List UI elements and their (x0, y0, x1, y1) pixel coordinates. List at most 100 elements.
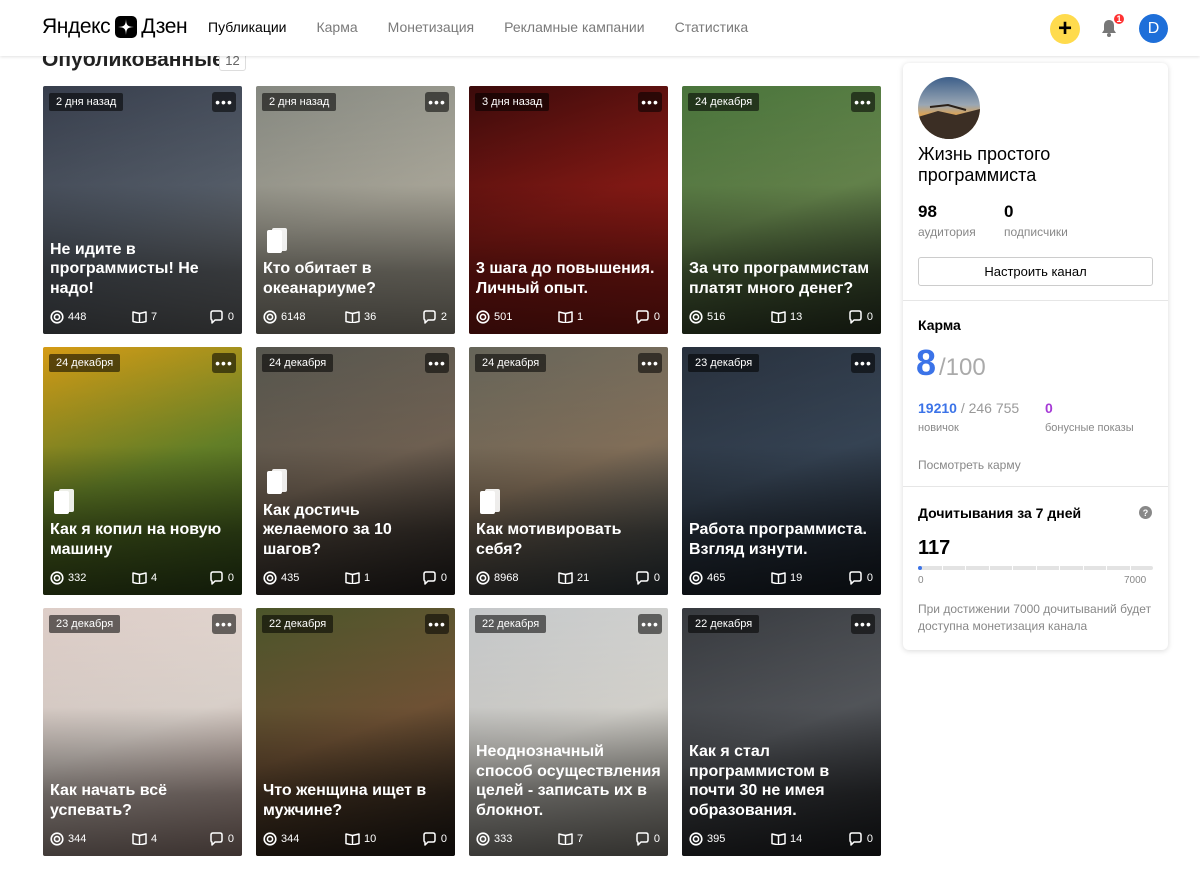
reads-stat: 4 (132, 571, 157, 584)
more-options-icon[interactable]: ••• (638, 92, 662, 112)
publication-card[interactable]: 22 декабря ••• Что женщина ищет в мужчине?… (256, 608, 455, 856)
publication-card[interactable]: 2 дня назад ••• Кто обитает в океанариуме?… (256, 86, 455, 334)
more-options-icon[interactable]: ••• (212, 92, 236, 112)
comments-count: 2 (440, 311, 447, 323)
help-icon[interactable]: ? (1139, 506, 1152, 519)
configure-channel-button[interactable]: Настроить канал (918, 257, 1153, 286)
article-type-icon (54, 489, 74, 514)
views-count: 448 (68, 311, 87, 323)
reads-count: 14 (790, 832, 803, 845)
comments-icon (423, 571, 436, 585)
comments-icon (210, 571, 223, 585)
card-title: Что женщина ищет в мужчине? (263, 782, 427, 819)
progress-tick (1130, 566, 1131, 570)
comments-count: 0 (866, 572, 873, 584)
publication-card[interactable]: 24 декабря ••• За что программистам платят… (682, 86, 881, 334)
more-options-icon[interactable]: ••• (638, 353, 662, 373)
nav-item-2[interactable]: Монетизация (388, 19, 475, 35)
views-count: 465 (707, 572, 726, 584)
reads-icon (345, 572, 360, 584)
more-options-icon[interactable]: ••• (425, 614, 449, 634)
comments-stat: 2 (422, 310, 447, 324)
reads-progress-min: 0 (918, 575, 924, 586)
comments-stat: 0 (635, 571, 660, 585)
reads-count: 1 (364, 571, 371, 584)
reads-count: 19 (790, 571, 803, 584)
publication-card[interactable]: 24 декабря ••• Как я копил на новую машину… (43, 347, 242, 595)
publication-card[interactable]: 23 декабря ••• Как начать всё успевать? 344… (43, 608, 242, 856)
more-options-icon[interactable]: ••• (212, 614, 236, 634)
channel-avatar[interactable] (918, 77, 980, 139)
channel-sidebar: Жизнь простого программиста 98 аудитория… (903, 63, 1168, 650)
card-date: 22 декабря (475, 615, 547, 633)
more-options-icon[interactable]: ••• (212, 353, 236, 373)
comments-stat: 0 (635, 832, 660, 846)
nav-item-4[interactable]: Статистика (675, 19, 749, 35)
reads-count: 7 (577, 832, 584, 845)
publication-card[interactable]: 23 декабря ••• Работа программиста. Взгляд… (682, 347, 881, 595)
card-date: 22 декабря (262, 615, 334, 633)
publication-card[interactable]: 22 декабря ••• Неоднозначный способ осущес… (469, 608, 668, 856)
comments-stat: 0 (209, 832, 234, 846)
views-icon (689, 832, 703, 846)
card-stats: 448 7 0 (50, 310, 234, 326)
reads-stat: 19 (771, 571, 802, 584)
card-date: 2 дня назад (262, 93, 337, 111)
more-options-icon[interactable]: ••• (425, 353, 449, 373)
monetization-note: При достижении 7000 дочитываний будет до… (918, 602, 1152, 633)
reads-value: 117 (918, 537, 951, 559)
reads-progress-fill (918, 566, 922, 570)
views-icon (476, 571, 490, 585)
card-stats: 6148 36 2 (263, 310, 447, 326)
karma-level-label: новичок (918, 422, 959, 434)
views-stat: 501 (476, 310, 512, 324)
reads-count: 4 (151, 832, 158, 845)
views-stat: 395 (689, 832, 725, 846)
publication-card[interactable]: 2 дня назад ••• Не идите в программисты! Н… (43, 86, 242, 334)
card-title: Неоднозначный способ осуществления целей… (476, 743, 661, 819)
view-karma-link[interactable]: Посмотреть карму (918, 458, 1021, 472)
add-publication-button[interactable]: + (1050, 14, 1080, 44)
card-stats: 333 7 0 (476, 832, 660, 848)
publication-card[interactable]: 24 декабря ••• Как достичь желаемого за 10… (256, 347, 455, 595)
nav-item-0[interactable]: Публикации (208, 19, 286, 35)
comments-count: 0 (227, 833, 234, 845)
reads-icon (771, 572, 786, 584)
yandex-zen-logo[interactable]: Яндекс Дзен (42, 14, 188, 40)
more-options-icon[interactable]: ••• (851, 614, 875, 634)
card-title: Как начать всё успевать? (50, 782, 168, 819)
article-type-icon (480, 489, 500, 514)
more-options-icon[interactable]: ••• (425, 92, 449, 112)
views-icon (689, 310, 703, 324)
more-options-icon[interactable]: ••• (851, 92, 875, 112)
subscribers-label: подписчики (1004, 225, 1068, 239)
divider (903, 300, 1168, 301)
views-stat: 8968 (476, 571, 518, 585)
publication-card[interactable]: 22 декабря ••• Как я стал программистом в … (682, 608, 881, 856)
reads-count: 13 (790, 310, 803, 323)
comments-stat: 0 (848, 571, 873, 585)
karma-value: 8 (916, 342, 937, 383)
reads-progress-bar (918, 566, 1153, 570)
article-type-icon (267, 228, 287, 253)
card-stats: 344 4 0 (50, 832, 234, 848)
views-count: 332 (68, 572, 87, 584)
reads-icon (345, 311, 360, 323)
card-title: За что программистам платят много денег? (689, 260, 870, 297)
progress-tick (989, 566, 990, 570)
more-options-icon[interactable]: ••• (851, 353, 875, 373)
user-avatar[interactable]: D (1139, 14, 1168, 43)
more-options-icon[interactable]: ••• (638, 614, 662, 634)
publication-card[interactable]: 3 дня назад ••• 3 шага до повышения. Личны… (469, 86, 668, 334)
reads-icon (558, 833, 573, 845)
nav-item-3[interactable]: Рекламные кампании (504, 19, 644, 35)
card-title: Как достичь желаемого за 10 шагов? (263, 501, 392, 558)
publication-card[interactable]: 24 декабря ••• Как мотивировать себя? 8968 2… (469, 347, 668, 595)
karma-current: 19210 (918, 400, 957, 416)
reads-count: 10 (364, 832, 377, 845)
comments-stat: 0 (422, 832, 447, 846)
reads-icon (771, 833, 786, 845)
nav-item-1[interactable]: Карма (316, 19, 357, 35)
views-count: 501 (494, 311, 513, 323)
reads-icon (132, 833, 147, 845)
